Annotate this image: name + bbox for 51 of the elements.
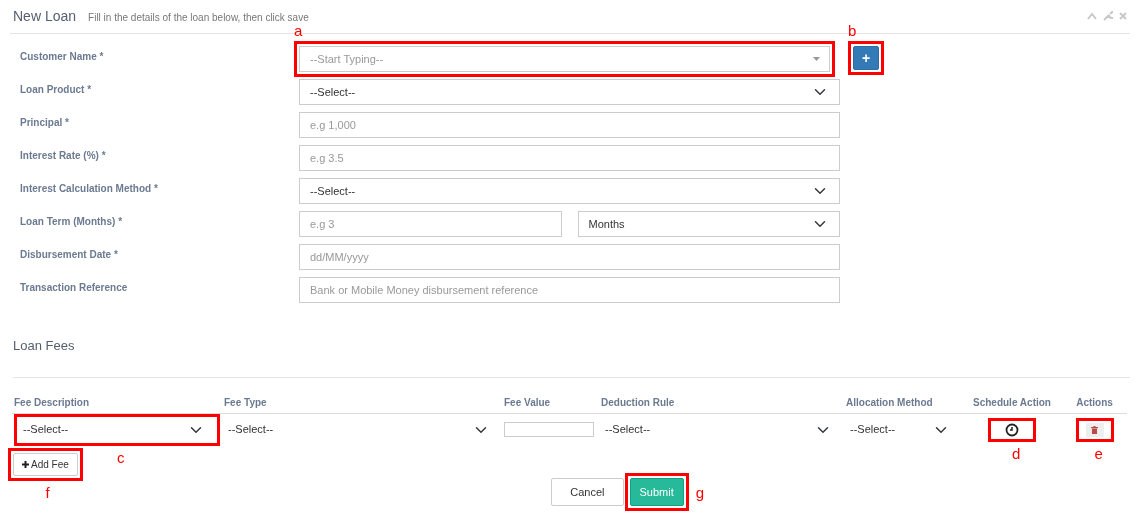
column-header: Actions xyxy=(1062,391,1127,413)
panel-subtitle: Fill in the details of the loan below, then click save xyxy=(88,11,309,25)
wrench-icon xyxy=(1103,10,1113,21)
annotation-label: d xyxy=(1012,445,1021,461)
add-fee-button[interactable]: Add Fee xyxy=(13,452,78,476)
field-label: Interest Calculation Method * xyxy=(20,182,159,196)
close-icon xyxy=(1119,11,1127,20)
field-label: Transaction Reference xyxy=(20,281,129,295)
column-header: Fee Type xyxy=(222,391,502,413)
caret-icon xyxy=(813,57,820,61)
delete-button[interactable] xyxy=(1085,422,1104,437)
annotation-label: e xyxy=(1094,445,1103,461)
column-header: Deduction Rule xyxy=(599,391,844,413)
annotation-box xyxy=(848,41,884,75)
annotation-box xyxy=(624,472,689,511)
annotation-label: c xyxy=(117,449,125,465)
cancel-button[interactable]: Cancel xyxy=(551,477,624,506)
fee-value-field[interactable] xyxy=(504,422,594,437)
input-field[interactable]: e.g 3.5 xyxy=(299,145,840,171)
annotation-box xyxy=(988,417,1036,442)
input-field[interactable]: e.g 1,000 xyxy=(299,112,840,138)
annotation-label: g xyxy=(695,484,705,500)
add-customer-button[interactable]: + xyxy=(853,46,879,70)
column-header: Fee Value xyxy=(502,391,599,413)
panel-title: New Loan xyxy=(13,7,77,26)
annotation-box xyxy=(1075,417,1114,442)
trash-icon xyxy=(1091,425,1098,434)
field-label: Loan Term (Months) * xyxy=(20,215,124,229)
annotation-label: b xyxy=(848,23,857,38)
select-field[interactable]: Months xyxy=(577,211,840,237)
field-label: Customer Name * xyxy=(20,50,105,64)
select-field[interactable]: --Select-- xyxy=(299,79,840,105)
collapse-icon xyxy=(1087,11,1097,20)
input-field[interactable]: e.g 3 xyxy=(299,211,562,237)
annotation-label: f xyxy=(45,484,50,500)
clock-icon xyxy=(1005,422,1019,437)
select-field[interactable]: --Select-- xyxy=(299,178,840,204)
field-label: Interest Rate (%) * xyxy=(20,149,107,163)
section-title: Loan Fees xyxy=(13,336,1130,378)
field-label: Loan Product * xyxy=(20,83,93,97)
annotation-label: a xyxy=(294,23,303,38)
field-label: Principal * xyxy=(20,116,70,130)
column-header: Allocation Method xyxy=(844,391,962,413)
column-header: Fee Description xyxy=(12,391,222,413)
input-field[interactable]: dd/MM/yyyy xyxy=(299,244,840,270)
column-header: Schedule Action xyxy=(962,391,1062,413)
input-field[interactable]: Bank or Mobile Money disbursement reference xyxy=(299,277,840,303)
plus-icon xyxy=(22,460,29,468)
schedule-button[interactable] xyxy=(1005,422,1019,437)
customer-search-field[interactable]: --Start Typing-- xyxy=(299,46,830,72)
field-label: Disbursement Date * xyxy=(20,248,119,262)
